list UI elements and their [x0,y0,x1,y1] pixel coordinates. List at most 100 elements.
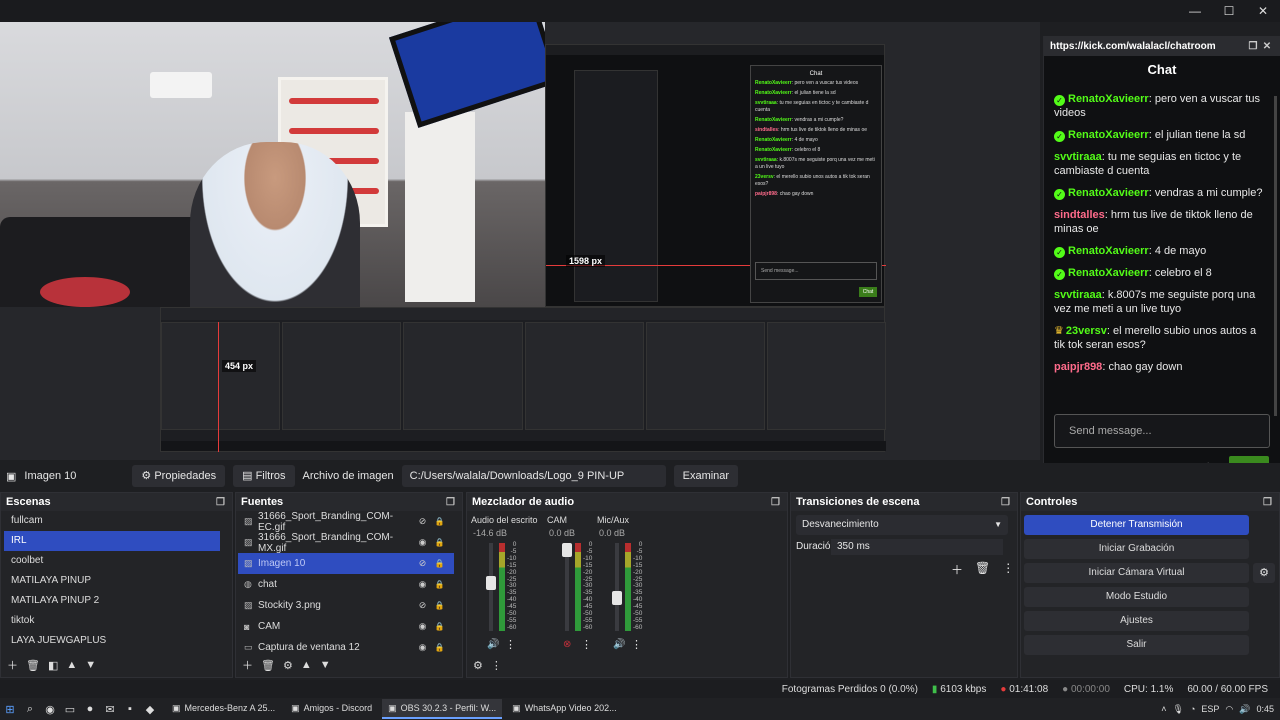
menu-icon[interactable]: ⋮ [631,638,642,651]
transition-select[interactable]: Desvanecimiento ▼ [796,515,1008,535]
browse-button[interactable]: Examinar [673,465,739,487]
arrow-down-icon[interactable]: ▼ [85,659,96,671]
start-recording-button[interactable]: Iniciar Grabación [1024,539,1249,559]
scene-item[interactable]: fullcam [4,511,220,531]
windows-start-icon[interactable]: ⊞ [0,703,20,716]
chat-scrollbar[interactable] [1274,96,1277,416]
menu-icon[interactable]: ⋮ [581,638,592,651]
lock-icon[interactable]: 🔒 [431,559,448,568]
eye-off-icon[interactable]: ⊘ [414,516,431,527]
fader-knob[interactable] [612,591,622,606]
studio-mode-button[interactable]: Modo Estudio [1024,587,1249,607]
tray-chevron-icon[interactable]: ˄ [1161,704,1166,714]
eye-icon[interactable]: ◉ [414,537,431,548]
eye-off-icon[interactable]: ⊘ [414,600,431,611]
taskbar-app[interactable]: ▣ OBS 30.2.3 - Perfil: W... [382,699,503,719]
source-item[interactable]: ▨ 31666_Sport_Branding_COM-MX.gif ◉ 🔒 [238,532,454,554]
filter-icon[interactable]: ◧ [48,659,58,672]
plus-icon[interactable]: ＋ [242,657,253,673]
undock-icon[interactable]: ❐ [1263,497,1279,508]
close-icon[interactable]: ✕ [1246,0,1280,22]
program-preview[interactable]: 1598 px Chat RenatoXavieerr: pero ven a … [0,22,1040,460]
clock[interactable]: 0:45 [1256,704,1274,714]
stop-streaming-button[interactable]: Detener Transmisión [1024,515,1249,535]
eye-icon[interactable]: ◉ [414,579,431,590]
scene-item[interactable]: LAYA JUEWGAPLUS [4,631,220,651]
source-item[interactable]: ▨ 31666_Sport_Branding_COM-EC.gif ⊘ 🔒 [238,511,454,533]
exit-button[interactable]: Salir [1024,635,1249,655]
file-path-field[interactable]: C:/Users/walala/Downloads/Logo_9 PIN-UP … [401,465,666,504]
undock-icon[interactable]: ❐ [771,497,787,508]
taskbar-app[interactable]: ▣ Mercedes-Benz A 25... [166,699,281,719]
volume-fader[interactable] [562,543,572,631]
network-icon[interactable]: ◔ [1190,704,1195,714]
menu-icon[interactable]: ⋮ [505,638,516,651]
close-icon[interactable]: ✕ [1260,41,1274,52]
undock-icon[interactable]: ❐ [1246,41,1260,52]
arrow-up-icon[interactable]: ▲ [301,659,312,671]
lock-icon[interactable]: 🔒 [431,643,448,652]
plus-icon[interactable]: ＋ [7,657,18,673]
search-icon[interactable]: ⌕ [20,703,40,716]
source-item[interactable]: ▨ Imagen 10 ⊘ 🔒 [238,553,454,574]
speaker-icon[interactable]: 🔊 [487,639,499,650]
maximize-icon[interactable]: ☐ [1212,0,1246,22]
send-message-input[interactable]: Send message... [1054,414,1270,448]
gear-icon[interactable]: ⚙ [1253,563,1275,583]
lock-icon[interactable]: 🔒 [431,517,448,526]
arrow-up-icon[interactable]: ▲ [66,659,77,671]
filters-button[interactable]: ▤ Filtros [233,465,295,487]
undock-icon[interactable]: ❐ [446,497,462,508]
firefox-icon[interactable]: ● [80,703,100,715]
lock-icon[interactable]: 🔒 [431,580,448,589]
mail-icon[interactable]: ✉ [100,703,120,716]
app-icon[interactable]: ◆ [140,703,160,716]
properties-button[interactable]: ⚙ Propiedades [132,465,226,487]
menu-icon[interactable]: ⋮ [491,659,502,672]
wifi-icon[interactable]: ◠ [1225,704,1233,715]
eye-icon[interactable]: ◉ [414,642,431,653]
mic-icon[interactable]: 🎙 [1173,704,1184,715]
lang-indicator[interactable]: ESP [1201,704,1219,714]
trash-icon[interactable]: 🗑 [261,659,275,672]
menu-icon[interactable]: ⋮ [1002,561,1014,578]
source-item[interactable]: ◙ CAM ◉ 🔒 [238,616,454,637]
fader-knob[interactable] [486,576,496,591]
lock-icon[interactable]: 🔒 [431,538,448,547]
taskbar-app[interactable]: ▣ Amigos - Discord [285,699,378,719]
lock-icon[interactable]: 🔒 [431,622,448,631]
gear-icon[interactable]: ⚙ [283,659,293,672]
eye-off-icon[interactable]: ⊘ [414,558,431,569]
duration-field[interactable]: 350 ms [831,539,1003,555]
folder-icon[interactable]: ▭ [60,703,80,716]
lock-icon[interactable]: 🔒 [431,601,448,610]
gear-icon[interactable]: ⚙ [473,659,483,672]
scene-item[interactable]: MATILAYA PINUP 2 [4,591,220,611]
source-name: chat [258,579,277,590]
undock-icon[interactable]: ❐ [216,497,232,508]
scene-item[interactable]: IRL [4,531,220,551]
plus-icon[interactable]: ＋ [951,561,963,578]
undock-icon[interactable]: ❐ [1001,497,1017,508]
volume-fader[interactable] [486,543,496,631]
start-virtual-camera-button[interactable]: Iniciar Cámara Virtual [1024,563,1249,583]
volume-fader[interactable] [612,543,622,631]
eye-icon[interactable]: ◉ [414,621,431,632]
scene-item[interactable]: coolbet [4,551,220,571]
speaker-icon[interactable]: 🔊 [613,639,625,650]
source-item[interactable]: ◍ chat ◉ 🔒 [238,574,454,595]
chrome-icon[interactable]: ◉ [40,703,60,716]
terminal-icon[interactable]: ▪ [120,703,140,715]
trash-icon[interactable]: 🗑 [975,561,990,578]
taskbar-app[interactable]: ▣ WhatsApp Video 202... [506,699,622,719]
volume-icon[interactable]: 🔊 [1239,704,1250,715]
fader-knob[interactable] [562,543,572,557]
source-item[interactable]: ▨ Stockity 3.png ⊘ 🔒 [238,595,454,616]
arrow-down-icon[interactable]: ▼ [320,659,331,671]
settings-button[interactable]: Ajustes [1024,611,1249,631]
trash-icon[interactable]: 🗑 [26,659,40,672]
minimize-icon[interactable]: — [1178,0,1212,22]
scene-item[interactable]: MATILAYA PINUP [4,571,220,591]
scene-item[interactable]: tiktok [4,611,220,631]
muted-speaker-icon[interactable]: ⊗ [563,639,571,650]
